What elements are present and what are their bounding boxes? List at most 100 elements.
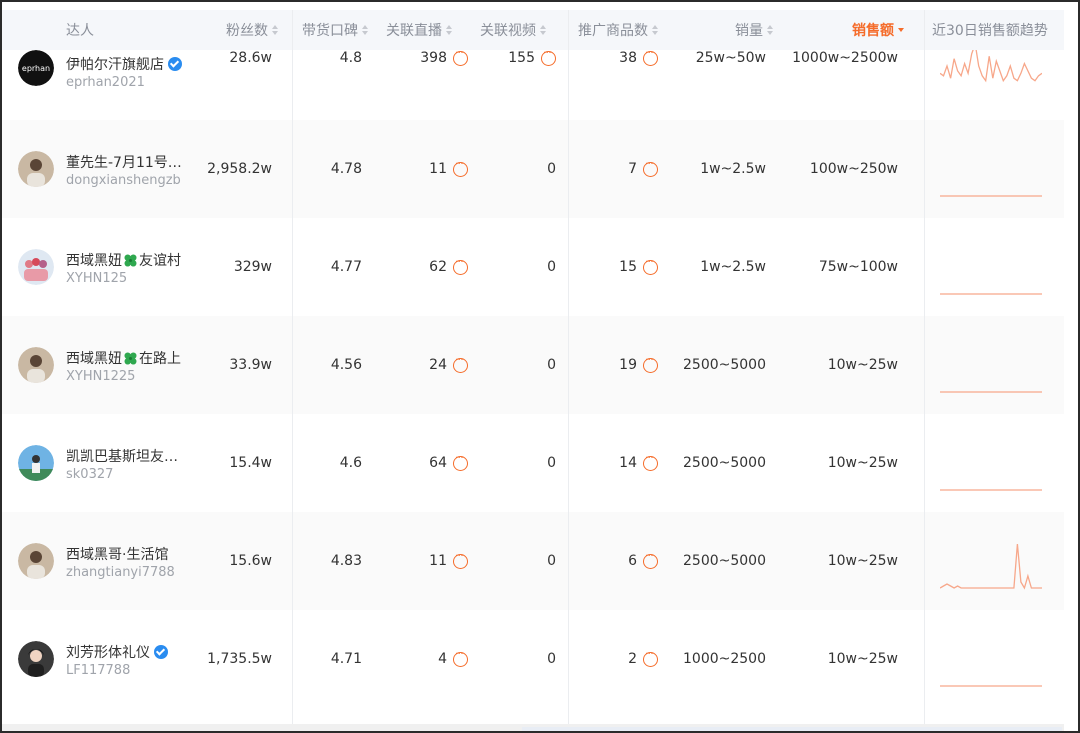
cell-fans: 2,958.2w (207, 120, 272, 218)
avatar[interactable] (18, 543, 54, 579)
avatar[interactable] (18, 347, 54, 383)
revenue-value: 10w~25w (827, 357, 898, 373)
products-value: 2 (628, 651, 637, 667)
sort-icon[interactable] (362, 25, 368, 35)
more-details-icon[interactable] (643, 48, 658, 66)
table-row[interactable]: 刘芳形体礼仪 LF117788 1,735.5w 4.71 4 0 2 1000~2500 10… (2, 610, 1064, 708)
column-header-rating[interactable]: 带货口碑 (302, 10, 368, 50)
avatar[interactable] (18, 445, 54, 481)
cell-sales: 2500~5000 (683, 316, 766, 414)
sales-value: 2500~5000 (683, 553, 766, 569)
column-header-live[interactable]: 关联直播 (386, 10, 452, 50)
cell-revenue: 10w~25w (828, 512, 898, 610)
revenue-value: 1000w~2500w (792, 50, 898, 66)
influencer-handle: sk0327 (66, 467, 114, 482)
sales-value: 1000~2500 (683, 651, 766, 667)
rating-value: 4.8 (339, 50, 362, 66)
fans-value: 28.6w (229, 50, 272, 66)
products-value: 15 (619, 259, 637, 275)
sort-icon[interactable] (767, 25, 773, 35)
table-row[interactable]: 西域黑哥·生活馆 zhangtianyi7788 15.6w 4.83 11 0 6 2500… (2, 512, 1064, 610)
sort-icon[interactable] (272, 25, 278, 35)
column-header-influencer: 达人 (66, 10, 94, 50)
cell-products: 15 (619, 218, 658, 316)
cell-rating: 4.83 (331, 512, 362, 610)
cell-live: 11 (429, 512, 468, 610)
influencer-name[interactable]: 刘芳形体礼仪 (66, 642, 168, 662)
more-details-icon[interactable] (643, 649, 658, 667)
influencer-name[interactable]: 董先生-7月11号… (66, 152, 182, 172)
more-details-icon[interactable] (453, 649, 468, 667)
more-details-icon[interactable] (541, 48, 556, 66)
sort-icon[interactable] (898, 28, 904, 32)
cell-fans: 15.6w (229, 512, 272, 610)
avatar[interactable] (18, 641, 54, 677)
influencer-name[interactable]: 西域黑哥·生活馆 (66, 544, 175, 564)
column-header-label: 关联视频 (480, 23, 536, 39)
live-value: 398 (420, 50, 447, 66)
more-details-icon[interactable] (643, 551, 658, 569)
table-header: 达人 粉丝数 带货口碑 关联直播 关联视频 推广商品数 销量 销售额 近30日销售额趋势 (2, 10, 1064, 50)
influencer-name[interactable]: 西域黑妞 友谊村 (66, 250, 181, 270)
revenue-value: 10w~25w (827, 455, 898, 471)
fans-value: 33.9w (229, 357, 272, 373)
influencer-name-part: 西域黑妞 (66, 351, 122, 367)
more-details-icon[interactable] (453, 453, 468, 471)
influencer-handle: dongxianshengzb (66, 173, 181, 188)
cell-products: 14 (619, 414, 658, 512)
column-header-label: 关联直播 (386, 23, 442, 39)
fans-value: 15.4w (229, 455, 272, 471)
video-value: 0 (547, 161, 556, 177)
more-details-icon[interactable] (643, 257, 658, 275)
column-header-label: 粉丝数 (226, 23, 268, 39)
cell-rating: 4.77 (331, 218, 362, 316)
cell-video: 0 (547, 414, 556, 512)
horizontal-scrollbar[interactable] (2, 724, 1064, 731)
more-details-icon[interactable] (643, 355, 658, 373)
influencer-handle: XYHN1225 (66, 369, 136, 384)
cell-fans: 15.4w (229, 414, 272, 512)
table-row[interactable]: 西域黑妞 友谊村 XYHN125 329w 4.77 62 0 15 1w~2.5w 75w~10… (2, 218, 1064, 316)
influencer-name[interactable]: 伊帕尔汗旗舰店 (66, 54, 182, 74)
avatar[interactable] (18, 249, 54, 285)
table-row[interactable]: 凯凯巴基斯坦友… sk0327 15.4w 4.6 64 0 14 2500~5000 10w~… (2, 414, 1064, 512)
cell-fans: 1,735.5w (207, 610, 272, 708)
influencer-name-text: 凯凯巴基斯坦友… (66, 449, 178, 465)
app-frame: eprhan 伊帕尔汗旗舰店 eprhan2021 28.6w 4.8 398 155 38 2… (0, 0, 1080, 733)
column-header-revenue[interactable]: 销售额 (852, 10, 904, 50)
more-details-icon[interactable] (453, 257, 468, 275)
cell-rating: 4.6 (340, 414, 362, 512)
column-header-label: 销量 (735, 23, 763, 39)
more-details-icon[interactable] (643, 159, 658, 177)
cell-revenue: 100w~250w (810, 120, 898, 218)
trend-line (940, 543, 1042, 590)
live-value: 4 (438, 651, 447, 667)
avatar[interactable] (18, 151, 54, 187)
column-header-fans[interactable]: 粉丝数 (226, 10, 278, 50)
table-row[interactable]: 西域黑妞 在路上XYHN1225 33.9w 4.56 24 0 19 2500~5000 10… (2, 316, 1064, 414)
more-details-icon[interactable] (453, 159, 468, 177)
avatar[interactable]: eprhan (18, 50, 54, 86)
more-details-icon[interactable] (643, 453, 658, 471)
rating-value: 4.83 (330, 553, 362, 569)
more-details-icon[interactable] (453, 551, 468, 569)
fans-value: 329w (233, 259, 272, 275)
rating-value: 4.71 (330, 651, 362, 667)
scrollbar-thumb[interactable] (522, 727, 1062, 731)
clover-icon (124, 254, 137, 266)
sales-trend-sparkline (940, 685, 1042, 687)
sort-icon[interactable] (652, 25, 658, 35)
column-header-products[interactable]: 推广商品数 (578, 10, 658, 50)
influencer-name[interactable]: 凯凯巴基斯坦友… (66, 446, 178, 466)
more-details-icon[interactable] (453, 48, 468, 66)
sales-trend-sparkline (940, 543, 1042, 590)
sort-icon[interactable] (446, 25, 452, 35)
sort-icon[interactable] (540, 25, 546, 35)
influencer-info: 刘芳形体礼仪 LF117788 (66, 642, 168, 678)
more-details-icon[interactable] (453, 355, 468, 373)
column-header-sales[interactable]: 销量 (735, 10, 773, 50)
table-row[interactable]: 董先生-7月11号… dongxianshengzb 2,958.2w 4.78 11 0… (2, 120, 1064, 218)
influencer-name-part: 友谊村 (139, 253, 181, 269)
influencer-name[interactable]: 西域黑妞 在路上 (66, 348, 181, 368)
column-header-video[interactable]: 关联视频 (480, 10, 546, 50)
